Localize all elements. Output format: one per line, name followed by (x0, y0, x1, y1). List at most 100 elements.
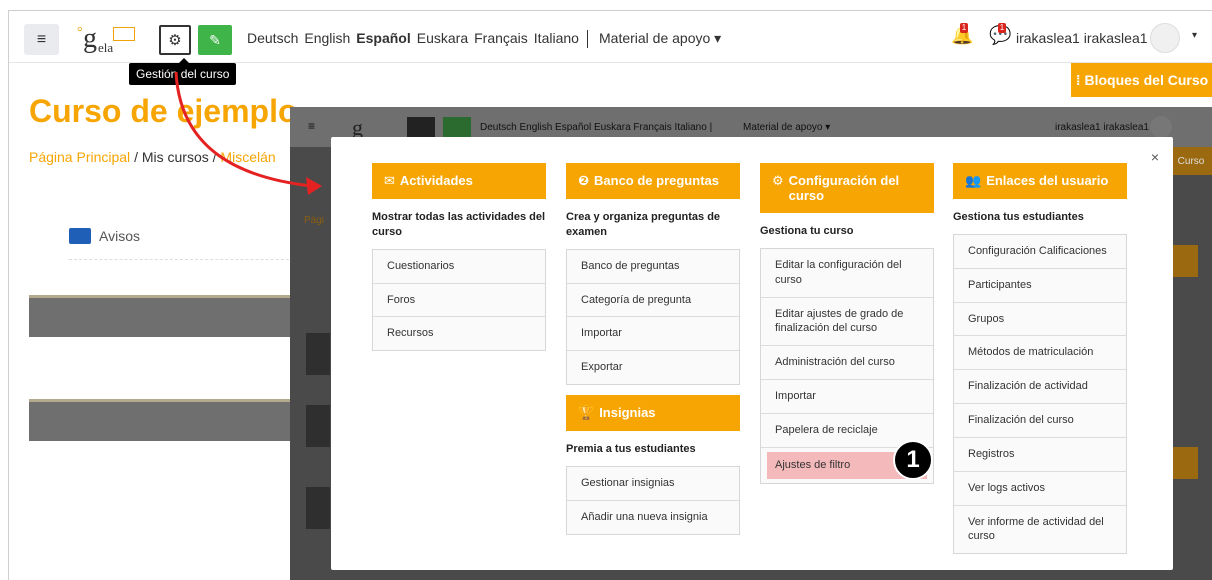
logo-sub: ela (98, 40, 114, 55)
list-item-question-bank[interactable]: Banco de preguntas (567, 250, 739, 284)
logo-box-icon (113, 27, 135, 41)
question-bank-header: ❷ Banco de preguntas (566, 163, 740, 199)
lang-separator (586, 30, 588, 48)
announcements-icon (69, 228, 91, 244)
list-item-completion-settings[interactable]: Editar ajustes de grado de finalización … (761, 298, 933, 347)
list-item-edit-settings[interactable]: Editar la configuración del curso (761, 249, 933, 298)
question-bank-description: Crea y organiza preguntas de examen (566, 211, 721, 238)
list-item-participants[interactable]: Participantes (954, 269, 1126, 303)
list-item-import[interactable]: Importar (761, 380, 933, 414)
support-material-menu[interactable]: Material de apoyo ▾ (599, 30, 721, 47)
divider (69, 259, 309, 260)
overlay-blocks-button: Curso (1170, 147, 1212, 175)
course-blocks-button[interactable]: ⁞ Bloques del Curso (1071, 63, 1212, 97)
close-icon[interactable]: × (1151, 149, 1159, 165)
overlay-gear-button (407, 117, 435, 139)
blocks-icon: ⁞ (1075, 72, 1081, 88)
column-course-settings: ⚙ Configuración del curso Gestiona tu cu… (760, 163, 934, 484)
site-logo[interactable]: ° g ela (77, 23, 135, 55)
language-menu: Deutsch English Español Euskara Français… (247, 30, 594, 48)
notifications-bell-icon[interactable]: 🔔 1 (951, 23, 973, 46)
list-item-groups[interactable]: Grupos (954, 303, 1126, 337)
list-item-course-completion[interactable]: Finalización del curso (954, 404, 1126, 438)
overlay-support-menu: Material de apoyo ▾ (743, 122, 831, 133)
list-item-import[interactable]: Importar (567, 317, 739, 352)
badges-title: Insignias (599, 405, 656, 421)
overlay-user-name: irakaslea1 irakaslea1 (1055, 122, 1149, 133)
activities-list: Cuestionarios Foros Recursos (372, 248, 546, 352)
top-navbar: ≡ ° g ela ⚙ ✎ Deutsch English Español Eusk… (9, 11, 1212, 63)
gears-icon: ⚙ (772, 173, 784, 188)
column-question-bank: ❷ Banco de preguntas Crea y organiza pre… (566, 163, 740, 535)
list-item-question-category[interactable]: Categoría de pregunta (567, 284, 739, 318)
edit-icon: ✎ (209, 31, 221, 48)
users-icon: 👥 (965, 173, 982, 188)
messages-chat-icon[interactable]: 💬 1 (989, 23, 1011, 46)
user-links-title: Enlaces del usuario (986, 173, 1109, 188)
list-item-add-badge[interactable]: Añadir una nueva insignia (567, 501, 739, 534)
envelope-icon: ✉ (384, 173, 395, 188)
course-settings-title: Configuración del curso (788, 173, 900, 203)
course-section-bar (29, 399, 319, 441)
list-item-manage-badges[interactable]: Gestionar insignias (567, 467, 739, 501)
breadcrumb-separator: / (134, 149, 138, 165)
lang-deutsch[interactable]: Deutsch (247, 30, 298, 48)
callout-number-badge: 1 (893, 440, 933, 480)
list-item-live-logs[interactable]: Ver logs activos (954, 472, 1126, 506)
lang-francais[interactable]: Français (474, 30, 528, 48)
activities-header: ✉ Actividades (372, 163, 546, 199)
overlay-avatar (1150, 116, 1172, 138)
list-item-export[interactable]: Exportar (567, 351, 739, 384)
overlay-hamburger-icon: ≡ (308, 119, 316, 133)
announcements-label: Avisos (99, 228, 140, 244)
user-name[interactable]: irakaslea1 irakaslea1 (1016, 30, 1148, 46)
column-user-links: 👥 Enlaces del usuario Gestiona tus estud… (953, 163, 1127, 555)
breadcrumb-misc-link[interactable]: Miscelán (220, 149, 275, 165)
list-item-activity-completion[interactable]: Finalización de actividad (954, 370, 1126, 405)
gears-icon: ⚙ (168, 32, 182, 49)
question-bank-list: Banco de preguntas Categoría de pregunta… (566, 248, 740, 386)
announcements-link[interactable]: Avisos (69, 228, 140, 244)
hamburger-menu-button[interactable]: ≡ (24, 24, 59, 55)
blocks-label: Bloques del Curso (1084, 72, 1209, 88)
bell-count-badge: 1 (960, 23, 968, 33)
list-item-logs[interactable]: Registros (954, 438, 1126, 472)
overlay-section-bar (306, 405, 330, 447)
user-links-list: Configuración Calificaciones Participant… (953, 233, 1127, 555)
breadcrumb-home-link[interactable]: Página Principal (29, 149, 130, 165)
course-settings-description: Gestiona tu curso (760, 225, 854, 237)
course-section-bar (29, 295, 319, 337)
overlay-edit-button (443, 117, 471, 139)
list-item-course-admin[interactable]: Administración del curso (761, 346, 933, 381)
course-admin-modal: × ✉ Actividades Mostrar todas las activi… (331, 137, 1173, 570)
list-item-enrolment-methods[interactable]: Métodos de matriculación (954, 336, 1126, 371)
user-links-header: 👥 Enlaces del usuario (953, 163, 1127, 199)
badges-header: 🏆 Insignias (566, 395, 740, 432)
edit-mode-button[interactable]: ✎ (198, 25, 232, 55)
breadcrumb-my-courses-link[interactable]: Mis cursos (142, 149, 209, 165)
list-item-quizzes[interactable]: Cuestionarios (373, 250, 545, 284)
user-avatar[interactable] (1150, 23, 1180, 53)
badges-description: Premia a tus estudiantes (566, 443, 696, 456)
message-count-badge: 1 (998, 23, 1006, 33)
list-item-grade-settings[interactable]: Configuración Calificaciones (954, 235, 1126, 269)
logo-dot-icon: ° (77, 25, 83, 40)
course-admin-gear-button[interactable]: ⚙ (159, 25, 191, 55)
user-links-description: Gestiona tus estudiantes (953, 211, 1084, 223)
lang-espanol[interactable]: Español (356, 30, 410, 48)
overlay-section-bar (306, 333, 330, 375)
list-item-activity-report[interactable]: Ver informe de actividad del curso (954, 506, 1126, 554)
overlay-languages: Deutsch English Español Euskara Français… (480, 122, 713, 133)
user-menu-caret-icon[interactable]: ▾ (1192, 30, 1197, 41)
lang-italiano[interactable]: Italiano (534, 30, 579, 48)
lang-english[interactable]: English (304, 30, 350, 48)
overlay-section-bar (306, 487, 330, 529)
list-item-resources[interactable]: Recursos (373, 317, 545, 350)
list-item-forums[interactable]: Foros (373, 284, 545, 318)
page-title: Curso de ejemplo (29, 93, 298, 129)
lang-euskara[interactable]: Euskara (417, 30, 468, 48)
question-bank-title: Banco de preguntas (594, 173, 719, 188)
breadcrumb: Página Principal / Mis cursos / Miscelán (29, 149, 276, 165)
overlay-breadcrumb: Pági (304, 215, 325, 226)
logo-mark: g (83, 23, 97, 54)
